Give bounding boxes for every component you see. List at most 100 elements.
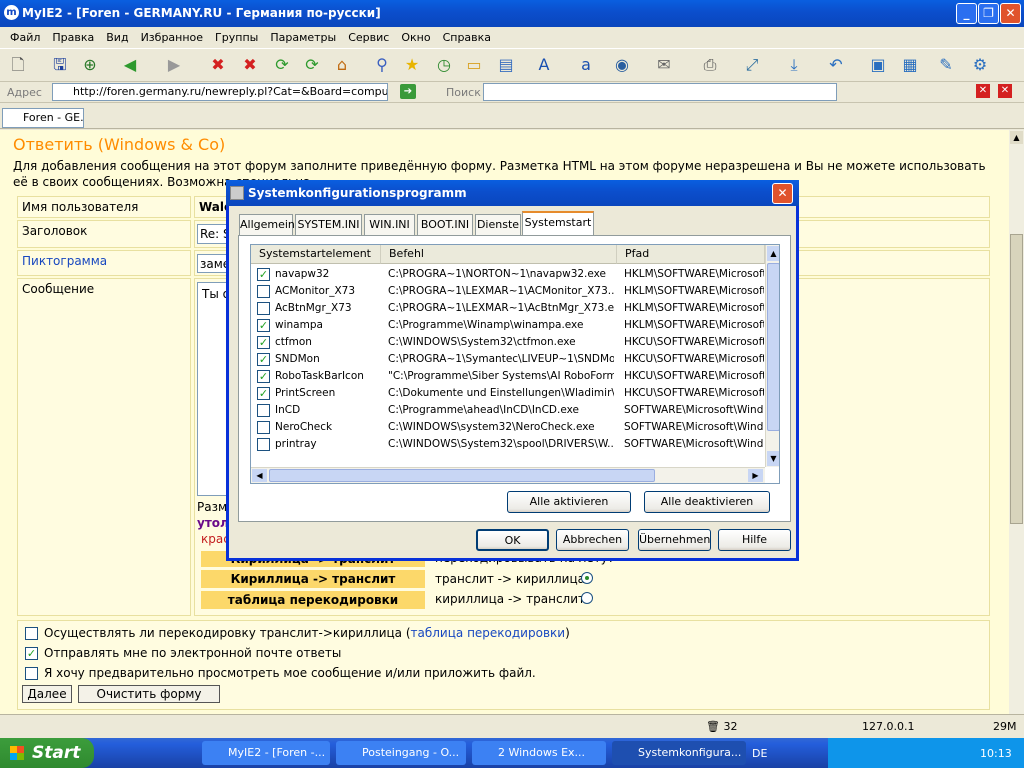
startup-checkbox[interactable]: ✓ xyxy=(257,370,270,383)
mail-icon[interactable]: ✉ xyxy=(652,53,676,77)
startup-row[interactable]: InCD C:\Programme\ahead\InCD\InCD.exe SOFT… xyxy=(251,402,765,419)
list-scroll-left-icon[interactable]: ◀ xyxy=(252,469,267,482)
history-icon[interactable]: ◷ xyxy=(432,53,456,77)
preview-checkbox[interactable] xyxy=(25,667,38,680)
new-icon[interactable]: 🗋 xyxy=(6,53,30,77)
refresh-icon[interactable]: ⟳ xyxy=(270,53,294,77)
startup-row[interactable]: ✓ navapw32 C:\PROGRA~1\NORTON~1\navapw32.e… xyxy=(251,266,765,283)
startup-row[interactable]: ✓ RoboTaskBarIcon "C:\Programme\Siber Syst… xyxy=(251,368,765,385)
column-befehl[interactable]: Befehl xyxy=(381,245,617,264)
menu-window[interactable]: Окно xyxy=(395,31,436,44)
startup-checkbox[interactable] xyxy=(257,421,270,434)
task-systemkonfiguration[interactable]: Systemkonfigura... xyxy=(612,741,746,765)
ok-button[interactable]: OK xyxy=(476,529,549,551)
help-button[interactable]: Hilfe xyxy=(718,529,791,551)
startup-checkbox[interactable] xyxy=(257,285,270,298)
startup-checkbox[interactable] xyxy=(257,404,270,417)
enable-all-button[interactable]: Alle aktivieren xyxy=(507,491,631,513)
startup-checkbox[interactable]: ✓ xyxy=(257,336,270,349)
list-scroll-down-icon[interactable]: ▼ xyxy=(767,451,779,466)
task-windows-explorer[interactable]: 2 Windows Ex... xyxy=(472,741,606,765)
tab-boot-ini[interactable]: BOOT.INI xyxy=(417,214,473,235)
web-icon[interactable]: ⊕ xyxy=(78,53,102,77)
save-icon[interactable]: 🖫 xyxy=(48,53,72,77)
back-icon[interactable]: ◀ xyxy=(118,53,142,77)
tab-system-ini[interactable]: SYSTEM.INI xyxy=(295,214,362,235)
refresh-all-icon[interactable]: ⟳ xyxy=(300,53,324,77)
home-icon[interactable]: ⌂ xyxy=(330,53,354,77)
go-icon[interactable]: ➔ xyxy=(400,84,416,99)
tab-systemstart[interactable]: Systemstart xyxy=(522,211,594,236)
startup-row[interactable]: ✓ PrintScreen C:\Dokumente und Einstellung… xyxy=(251,385,765,402)
disable-all-button[interactable]: Alle deaktivieren xyxy=(644,491,770,513)
page-scrollbar[interactable]: ▲ xyxy=(1009,130,1024,714)
table-button[interactable]: таблица перекодировки xyxy=(201,591,425,609)
startup-checkbox[interactable] xyxy=(257,302,270,315)
radio1[interactable] xyxy=(581,572,593,584)
dialog-close-button[interactable]: ✕ xyxy=(772,183,793,204)
startup-checkbox[interactable]: ✓ xyxy=(257,387,270,400)
tab-allgemein[interactable]: Allgemein xyxy=(239,214,295,235)
grid-icon[interactable]: ▦ xyxy=(898,53,922,77)
startup-row[interactable]: ✓ winampa C:\Programme\Winamp\winampa.exe H… xyxy=(251,317,765,334)
startup-checkbox[interactable] xyxy=(257,438,270,451)
stop-all-icon[interactable]: ✖ xyxy=(238,53,262,77)
address-input[interactable]: http://foren.germany.ru/newreply.pl?Cat=… xyxy=(52,83,388,101)
menu-edit[interactable]: Правка xyxy=(46,31,100,44)
start-button[interactable]: Start xyxy=(0,738,94,768)
close-button[interactable]: ✕ xyxy=(1000,3,1021,24)
menu-file[interactable]: Файл xyxy=(4,31,46,44)
edit-icon[interactable]: ✎ xyxy=(934,53,958,77)
maximize-button[interactable]: ❐ xyxy=(978,3,999,24)
tab-win-ini[interactable]: WIN.INI xyxy=(364,214,415,235)
menu-view[interactable]: Вид xyxy=(100,31,134,44)
forward-icon[interactable]: ▶ xyxy=(162,53,186,77)
table-link[interactable]: таблица перекодировки xyxy=(411,626,566,640)
list-scroll-thumb[interactable] xyxy=(767,263,779,431)
next-button[interactable]: Далее xyxy=(22,685,72,703)
search-icon[interactable]: ⚲ xyxy=(370,53,394,77)
column-systemstartelement[interactable]: Systemstartelement xyxy=(251,245,381,264)
task-posteingang[interactable]: Posteingang - O... xyxy=(336,741,466,765)
menu-groups[interactable]: Группы xyxy=(209,31,264,44)
language-indicator[interactable]: DE xyxy=(752,747,767,760)
cancel-button[interactable]: Abbrechen xyxy=(556,529,629,551)
undo-icon[interactable]: ↶ xyxy=(824,53,848,77)
list-vscrollbar[interactable]: ▲ ▼ xyxy=(765,245,779,467)
task-myie2[interactable]: MyIE2 - [Foren -... xyxy=(202,741,330,765)
translit-checkbox[interactable] xyxy=(25,627,38,640)
startup-row[interactable]: printray C:\WINDOWS\System32\spool\DRIVER… xyxy=(251,436,765,453)
list-scroll-up-icon[interactable]: ▲ xyxy=(767,246,779,261)
list-hscrollbar[interactable]: ◀ ▶ xyxy=(251,467,765,483)
favorites-icon[interactable]: ★ xyxy=(400,53,424,77)
close-all-icon[interactable]: ✕ xyxy=(998,84,1012,98)
stop-icon[interactable]: ✖ xyxy=(206,53,230,77)
download-icon[interactable]: ⤓ xyxy=(782,53,806,77)
cyr-to-translit-button[interactable]: Кириллица -> транслит xyxy=(201,570,425,588)
list-scroll-right-icon[interactable]: ▶ xyxy=(748,469,763,482)
globe-icon[interactable]: ◉ xyxy=(610,53,634,77)
startup-row[interactable]: NeroCheck C:\WINDOWS\system32\NeroCheck.e… xyxy=(251,419,765,436)
settings-icon[interactable]: ⚙ xyxy=(968,53,992,77)
startup-row[interactable]: ✓ SNDMon C:\PROGRA~1\Symantec\LIVEUP~1\SND… xyxy=(251,351,765,368)
menu-favorites[interactable]: Избранное xyxy=(135,31,209,44)
translate-icon[interactable]: a xyxy=(574,53,598,77)
startup-checkbox[interactable]: ✓ xyxy=(257,353,270,366)
apply-button[interactable]: Übernehmen xyxy=(638,529,711,551)
layout-icon[interactable]: ▣ xyxy=(866,53,890,77)
menu-tools[interactable]: Сервис xyxy=(342,31,395,44)
scroll-thumb[interactable] xyxy=(1010,234,1023,524)
clear-form-button[interactable]: Очистить форму xyxy=(78,685,220,703)
tab-foren[interactable]: Foren - GE... xyxy=(2,108,84,128)
menu-help[interactable]: Справка xyxy=(437,31,497,44)
startup-row[interactable]: AcBtnMgr_X73 C:\PROGRA~1\LEXMAR~1\AcBtnMg… xyxy=(251,300,765,317)
startup-checkbox[interactable]: ✓ xyxy=(257,319,270,332)
radio2[interactable] xyxy=(581,592,593,604)
search-input[interactable] xyxy=(483,83,837,101)
list-icon[interactable]: ▤ xyxy=(494,53,518,77)
tab-dienste[interactable]: Dienste xyxy=(475,214,521,235)
column-pfad[interactable]: Pfad xyxy=(617,245,765,264)
print-icon[interactable]: ⎙ xyxy=(698,53,722,77)
startup-row[interactable]: ✓ ctfmon C:\WINDOWS\System32\ctfmon.exe HKC… xyxy=(251,334,765,351)
list-hscroll-thumb[interactable] xyxy=(269,469,655,482)
